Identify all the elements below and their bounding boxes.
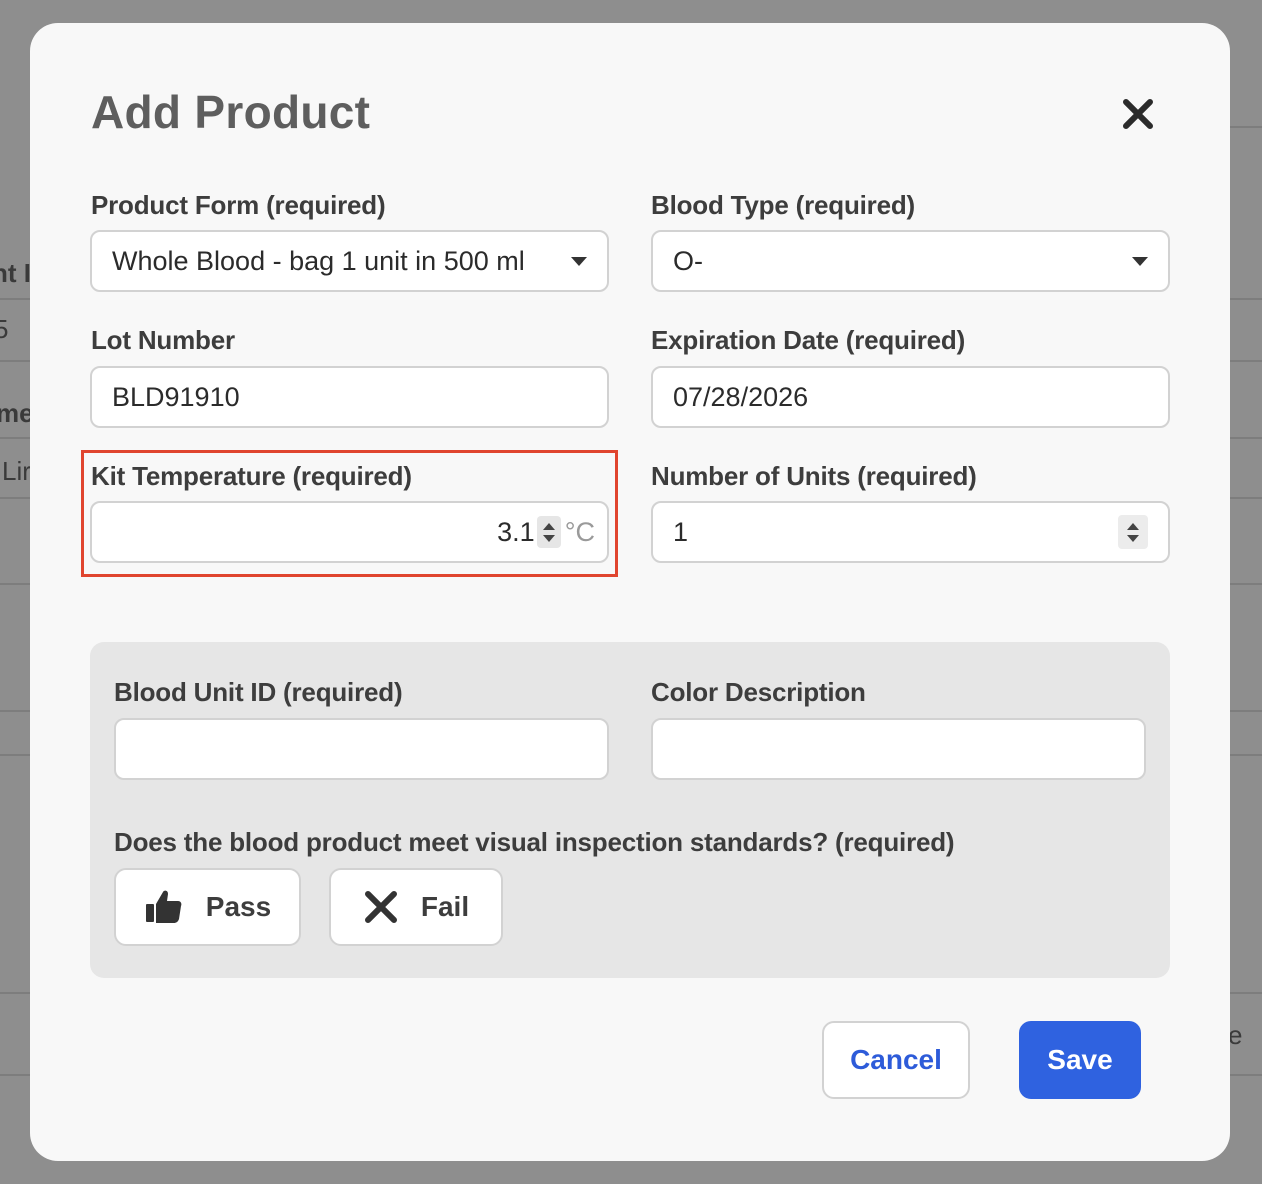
fail-label: Fail (420, 891, 470, 922)
background-divider (1228, 583, 1262, 585)
lot-number-input[interactable] (112, 381, 587, 413)
blood-unit-id-input[interactable] (136, 733, 587, 765)
increment-icon[interactable] (1127, 522, 1139, 530)
background-divider (1228, 437, 1262, 439)
lot-number-label: Lot Number (91, 325, 235, 355)
expiration-date-input[interactable] (673, 381, 1148, 413)
number-of-units-field[interactable]: 1 (651, 501, 1170, 563)
blood-type-select[interactable]: O- (651, 230, 1170, 292)
kit-temperature-field[interactable]: 3.1 °C (90, 501, 609, 563)
chevron-down-icon (1132, 256, 1148, 266)
background-divider (0, 360, 32, 362)
dialog-title: Add Product (91, 86, 371, 138)
number-of-units-label: Number of Units (required) (651, 461, 977, 491)
number-of-units-stepper[interactable] (1118, 515, 1148, 549)
expiration-date-field[interactable] (651, 366, 1170, 428)
blood-unit-id-field[interactable] (114, 718, 609, 780)
lot-number-field[interactable] (90, 366, 609, 428)
background-text: Lir (2, 456, 31, 486)
color-description-input[interactable] (673, 733, 1124, 765)
kit-temperature-value[interactable]: 3.1 (112, 517, 535, 548)
chevron-down-icon (571, 256, 587, 266)
background-divider (1228, 1074, 1262, 1076)
number-of-units-value[interactable]: 1 (673, 517, 1118, 548)
thumbs-up-icon (145, 890, 182, 923)
background-text: e (1228, 1020, 1243, 1050)
color-description-field[interactable] (651, 718, 1146, 780)
expiration-date-label: Expiration Date (required) (651, 325, 966, 355)
background-divider (1228, 126, 1262, 128)
background-divider (1228, 710, 1262, 712)
blood-type-value: O- (673, 245, 703, 276)
pass-button[interactable]: Pass (114, 868, 301, 946)
add-product-dialog: Add Product Product Form (required) Whol… (30, 23, 1230, 1161)
blood-unit-id-label: Blood Unit ID (required) (114, 677, 403, 707)
x-icon (364, 891, 397, 923)
background-divider (0, 992, 32, 994)
increment-icon[interactable] (542, 522, 555, 530)
background-divider (0, 437, 32, 439)
kit-temperature-stepper[interactable] (536, 516, 561, 548)
background-text: me (0, 398, 34, 428)
cancel-button[interactable]: Cancel (822, 1021, 970, 1099)
background-divider (1228, 754, 1262, 756)
pass-label: Pass (205, 891, 272, 922)
temperature-unit: °C (564, 516, 595, 547)
save-button[interactable]: Save (1019, 1021, 1141, 1099)
background-divider (0, 754, 32, 756)
color-description-label: Color Description (651, 677, 866, 707)
inspection-question: Does the blood product meet visual inspe… (114, 827, 955, 857)
background-divider (0, 1074, 32, 1076)
product-form-label: Product Form (required) (91, 190, 386, 220)
kit-temperature-label: Kit Temperature (required) (91, 461, 412, 491)
product-form-value: Whole Blood - bag 1 unit in 500 ml (112, 245, 525, 276)
close-button[interactable] (1120, 95, 1156, 133)
background-divider (1228, 360, 1262, 362)
fail-button[interactable]: Fail (329, 868, 503, 946)
background-text: 5 (0, 314, 9, 344)
background-divider (1228, 497, 1262, 499)
background-divider (0, 710, 32, 712)
background-divider (1228, 298, 1262, 300)
decrement-icon[interactable] (1127, 534, 1139, 542)
decrement-icon[interactable] (542, 534, 555, 542)
background-text: nt I (0, 258, 31, 288)
blood-type-label: Blood Type (required) (651, 190, 915, 220)
product-form-select[interactable]: Whole Blood - bag 1 unit in 500 ml (90, 230, 609, 292)
background-divider (0, 583, 32, 585)
close-icon (1123, 99, 1153, 129)
background-divider (1228, 992, 1262, 994)
background-divider (0, 298, 32, 300)
background-divider (0, 497, 32, 499)
blood-unit-panel: Blood Unit ID (required) Color Descripti… (90, 642, 1170, 978)
